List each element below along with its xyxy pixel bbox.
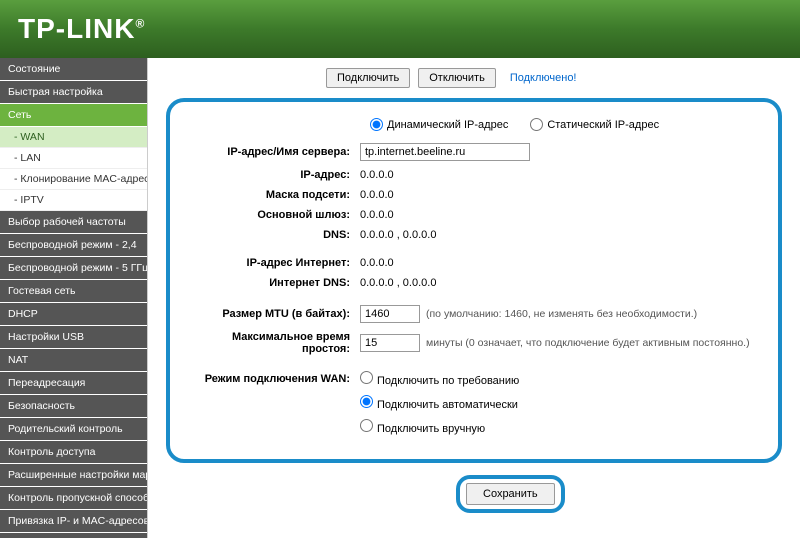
mode-demand-radio[interactable] xyxy=(360,371,373,384)
sidebar-item[interactable]: Безопасность xyxy=(0,395,147,418)
sidebar-item[interactable]: Переадресация xyxy=(0,372,147,395)
gateway-value: 0.0.0.0 xyxy=(360,209,758,221)
sidebar-item[interactable]: Настройки USB xyxy=(0,326,147,349)
sidebar-item[interactable]: Динамический DNS xyxy=(0,533,147,538)
mode-label: Режим подключения WAN: xyxy=(190,373,360,385)
static-ip-radio[interactable] xyxy=(530,118,543,131)
dns-value: 0.0.0.0 , 0.0.0.0 xyxy=(360,229,758,241)
main-content: Подключить Отключить Подключено! Динамич… xyxy=(148,58,800,538)
dnsnet-value: 0.0.0.0 , 0.0.0.0 xyxy=(360,277,758,289)
sidebar-item[interactable]: Быстрая настройка xyxy=(0,81,147,104)
sidebar-item[interactable]: Сеть xyxy=(0,104,147,127)
sidebar-item[interactable]: Беспроводной режим - 5 ГГц xyxy=(0,257,147,280)
mode-manual-option[interactable]: Подключить вручную xyxy=(360,419,485,435)
dns-label: DNS: xyxy=(190,229,360,241)
sidebar-item[interactable]: Состояние xyxy=(0,58,147,81)
mask-label: Маска подсети: xyxy=(190,189,360,201)
save-highlight: Сохранить xyxy=(456,475,565,513)
mode-auto-option[interactable]: Подключить автоматически xyxy=(360,395,518,411)
mode-auto-radio[interactable] xyxy=(360,395,373,408)
sidebar: СостояниеБыстрая настройкаСеть- WAN- LAN… xyxy=(0,58,148,538)
ip-type-group: Динамический IP-адрес Статический IP-адр… xyxy=(370,118,758,131)
server-label: IP-адрес/Имя сервера: xyxy=(190,146,360,158)
sidebar-item[interactable]: Гостевая сеть xyxy=(0,280,147,303)
brand-logo: TP-LINK® xyxy=(18,13,145,45)
mask-value: 0.0.0.0 xyxy=(360,189,758,201)
dynamic-ip-radio[interactable] xyxy=(370,118,383,131)
connect-row: Подключить Отключить Подключено! xyxy=(326,68,782,88)
connection-status: Подключено! xyxy=(510,72,577,84)
dynamic-ip-option[interactable]: Динамический IP-адрес xyxy=(370,118,508,131)
idle-label: Максимальное время простоя: xyxy=(190,331,360,355)
idle-hint: минуты (0 означает, что подключение буде… xyxy=(426,337,750,349)
mtu-label: Размер MTU (в байтах): xyxy=(190,308,360,320)
idle-input[interactable] xyxy=(360,334,420,352)
mtu-hint: (по умолчанию: 1460, не изменять без нео… xyxy=(426,308,697,320)
static-ip-option[interactable]: Статический IP-адрес xyxy=(530,118,659,131)
ip-label: IP-адрес: xyxy=(190,169,360,181)
mode-demand-option[interactable]: Подключить по требованию xyxy=(360,371,519,387)
ipnet-label: IP-адрес Интернет: xyxy=(190,257,360,269)
mtu-input[interactable] xyxy=(360,305,420,323)
ipnet-value: 0.0.0.0 xyxy=(360,257,758,269)
server-input[interactable] xyxy=(360,143,530,161)
connect-button[interactable]: Подключить xyxy=(326,68,410,88)
sidebar-item[interactable]: Контроль пропускной способности xyxy=(0,487,147,510)
header: TP-LINK® xyxy=(0,0,800,58)
dnsnet-label: Интернет DNS: xyxy=(190,277,360,289)
wan-settings-panel: Динамический IP-адрес Статический IP-адр… xyxy=(166,98,782,463)
gateway-label: Основной шлюз: xyxy=(190,209,360,221)
disconnect-button[interactable]: Отключить xyxy=(418,68,496,88)
save-button[interactable]: Сохранить xyxy=(466,483,555,505)
sidebar-sub-item[interactable]: - IPTV xyxy=(0,190,147,211)
sidebar-item[interactable]: Привязка IP- и MAC-адресов xyxy=(0,510,147,533)
sidebar-sub-item[interactable]: - LAN xyxy=(0,148,147,169)
sidebar-item[interactable]: Контроль доступа xyxy=(0,441,147,464)
sidebar-item[interactable]: Расширенные настройки маршрутизации xyxy=(0,464,147,487)
sidebar-sub-item[interactable]: - Клонирование MAC-адреса xyxy=(0,169,147,190)
sidebar-item[interactable]: DHCP xyxy=(0,303,147,326)
sidebar-item[interactable]: Родительский контроль xyxy=(0,418,147,441)
sidebar-sub-item[interactable]: - WAN xyxy=(0,127,147,148)
sidebar-item[interactable]: Выбор рабочей частоты xyxy=(0,211,147,234)
ip-value: 0.0.0.0 xyxy=(360,169,758,181)
mode-manual-radio[interactable] xyxy=(360,419,373,432)
sidebar-item[interactable]: Беспроводной режим - 2,4 xyxy=(0,234,147,257)
sidebar-item[interactable]: NAT xyxy=(0,349,147,372)
